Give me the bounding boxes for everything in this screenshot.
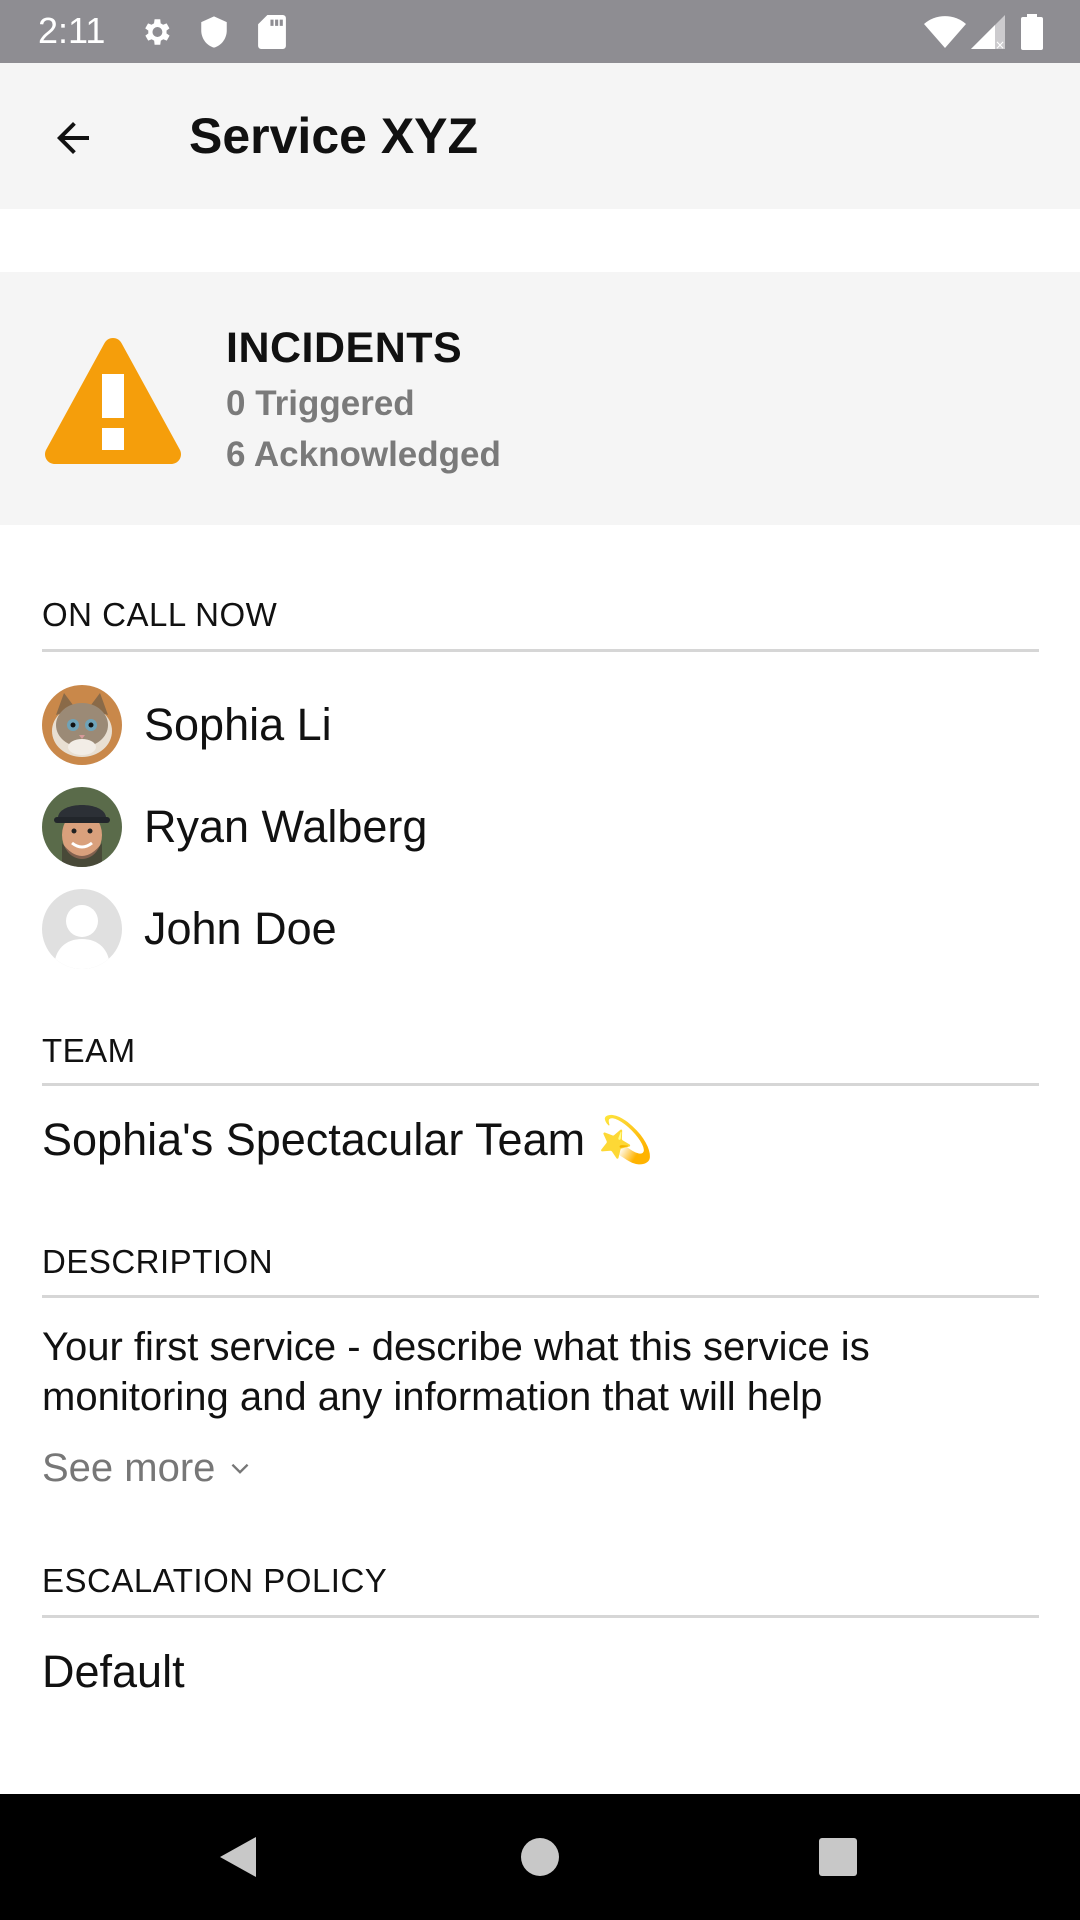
svg-text:×: × bbox=[995, 38, 1005, 49]
nav-back-button[interactable] bbox=[208, 1827, 268, 1887]
nav-home-button[interactable] bbox=[510, 1827, 570, 1887]
on-call-label: ON CALL NOW bbox=[42, 596, 278, 633]
warning-triangle-icon bbox=[45, 338, 181, 464]
back-triangle-icon bbox=[220, 1837, 256, 1877]
status-bar: 2:11 × bbox=[0, 0, 1080, 63]
gear-icon bbox=[136, 12, 176, 52]
person-name: Ryan Walberg bbox=[144, 801, 428, 852]
avatar bbox=[42, 787, 122, 867]
wifi-icon bbox=[922, 12, 968, 52]
signal-icon: × bbox=[968, 12, 1008, 52]
escalation-policy-value[interactable]: Default bbox=[42, 1646, 185, 1698]
app-bar: Service XYZ bbox=[0, 63, 1080, 209]
incidents-card[interactable]: INCIDENTS 0 Triggered 6 Acknowledged bbox=[0, 272, 1080, 525]
person-name: John Doe bbox=[144, 903, 337, 954]
avatar bbox=[42, 889, 122, 969]
nav-recents-button[interactable] bbox=[808, 1827, 868, 1887]
avatar bbox=[42, 685, 122, 765]
page-title: Service XYZ bbox=[189, 108, 479, 164]
on-call-person[interactable]: Ryan Walberg bbox=[42, 786, 1032, 868]
person-name: Sophia Li bbox=[144, 699, 332, 750]
nav-bar bbox=[0, 1794, 1080, 1920]
team-label: TEAM bbox=[42, 1032, 136, 1069]
chevron-down-icon bbox=[231, 1463, 249, 1474]
shield-icon bbox=[194, 12, 234, 52]
divider bbox=[42, 1083, 1039, 1086]
escalation-policy-label: ESCALATION POLICY bbox=[42, 1562, 388, 1599]
team-name[interactable]: Sophia's Spectacular Team 💫 bbox=[42, 1113, 654, 1166]
triggered-count: 0 Triggered bbox=[226, 384, 415, 423]
see-more-button[interactable]: See more bbox=[42, 1446, 253, 1491]
divider bbox=[42, 1615, 1039, 1618]
back-button[interactable] bbox=[38, 103, 108, 173]
home-circle-icon bbox=[521, 1838, 559, 1876]
arrow-left-icon bbox=[57, 122, 89, 154]
on-call-person[interactable]: John Doe bbox=[42, 888, 1032, 970]
description-label: DESCRIPTION bbox=[42, 1243, 274, 1280]
divider bbox=[42, 649, 1039, 652]
status-time: 2:11 bbox=[38, 10, 106, 51]
acknowledged-count: 6 Acknowledged bbox=[226, 435, 501, 474]
see-more-label: See more bbox=[42, 1446, 216, 1490]
sd-card-icon bbox=[252, 12, 292, 52]
on-call-person[interactable]: Sophia Li bbox=[42, 684, 1032, 766]
battery-icon bbox=[1012, 12, 1052, 52]
description-text: Your first service - describe what this … bbox=[42, 1325, 870, 1419]
recents-square-icon bbox=[819, 1838, 857, 1876]
divider bbox=[42, 1295, 1039, 1298]
incidents-heading: INCIDENTS bbox=[226, 324, 463, 372]
